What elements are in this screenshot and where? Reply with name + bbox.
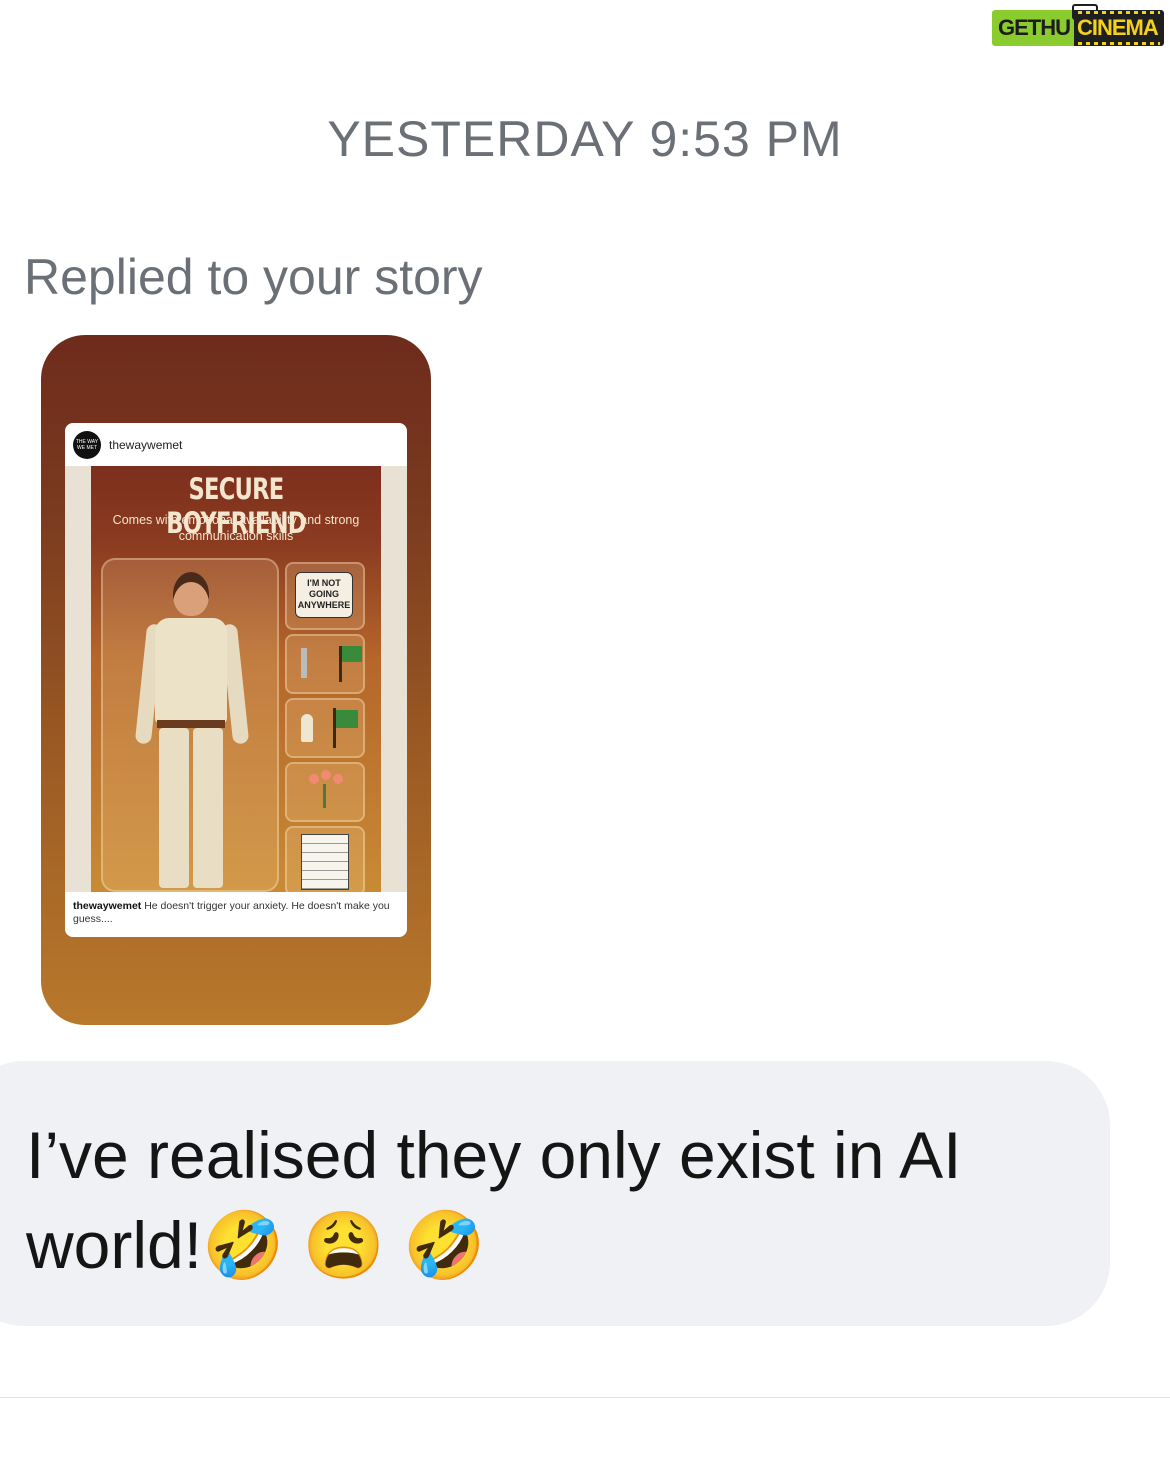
speech-bubble-slot: I'M NOT GOING ANYWHERE (285, 562, 365, 630)
watermark-left: GETHU (992, 10, 1074, 46)
message-timestamp: YESTERDAY 9:53 PM (327, 111, 843, 167)
figure-leg (159, 728, 189, 888)
flower-icon (321, 770, 331, 780)
keys-icon (301, 648, 307, 678)
story-reply-label: Replied to your story (24, 249, 483, 305)
watermark-logo: GETHU CINEMA (992, 4, 1166, 46)
green-flag-icon (336, 710, 358, 728)
post-header: THE WAY WE MET thewaywemet (65, 423, 407, 466)
avatar: THE WAY WE MET (73, 430, 101, 459)
post-username: thewaywemet (109, 437, 183, 452)
figure-belt (157, 720, 225, 728)
calendar-icon (301, 834, 349, 890)
post-image: SECURE BOYFRIEND Comes with emotional av… (65, 466, 407, 892)
figure-torso (155, 618, 227, 724)
cone-icon (301, 714, 313, 742)
watermark-right: CINEMA (1074, 10, 1164, 46)
shared-post: THE WAY WE MET thewaywemet SECURE BOYFRI… (65, 423, 407, 937)
calendar-slot (285, 826, 365, 892)
toy-subtitle: Comes with emotional availability and st… (112, 513, 360, 543)
accessory-slots: I'M NOT GOING ANYWHERE (285, 562, 365, 892)
caption-username: thewaywemet (73, 900, 142, 912)
message-text: I’ve realised they only exist in AI worl… (26, 1118, 962, 1282)
flowers-slot (285, 762, 365, 822)
green-flag-icon (342, 646, 362, 662)
action-figure (134, 570, 250, 890)
key-flag-slot (285, 634, 365, 694)
flower-stem (323, 784, 326, 808)
figure-head (173, 572, 209, 616)
divider (0, 1397, 1170, 1398)
story-preview[interactable]: THE WAY WE MET thewaywemet SECURE BOYFRI… (41, 335, 431, 1025)
flower-icon (309, 774, 319, 784)
cone-flag-slot (285, 698, 365, 758)
flower-icon (333, 774, 343, 784)
figure-leg (193, 728, 223, 888)
speech-bubble: I'M NOT GOING ANYWHERE (295, 572, 353, 618)
post-caption: thewaywemet He doesn't trigger your anxi… (73, 900, 399, 926)
